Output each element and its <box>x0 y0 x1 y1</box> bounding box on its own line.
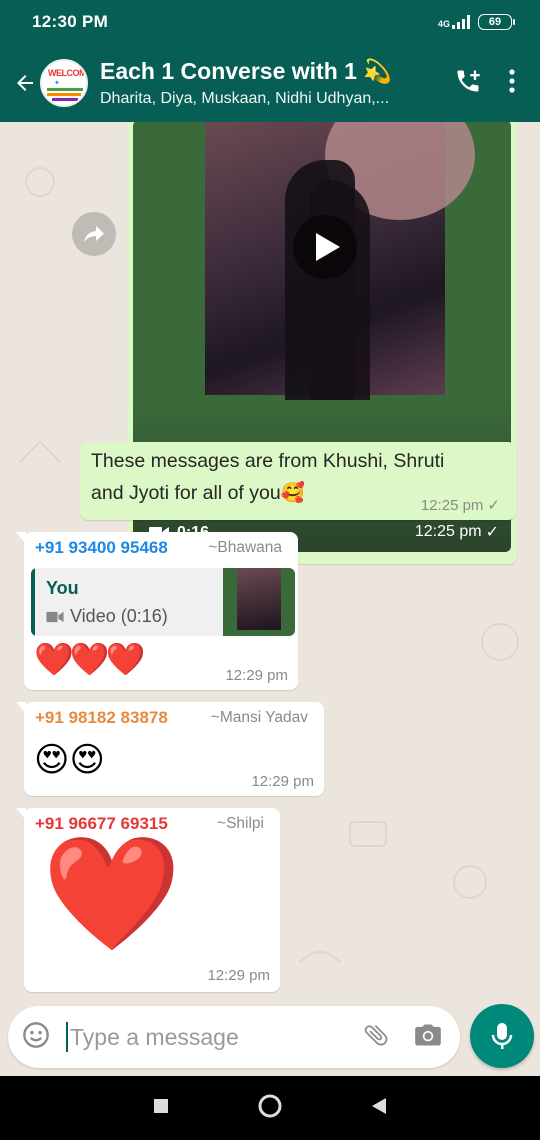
nav-triangle-icon[interactable] <box>371 1097 387 1120</box>
chat-title-area[interactable]: Each 1 Converse with 1 💫 Dharita, Diya, … <box>100 57 454 110</box>
quoted-reply[interactable]: You Video (0:16) <box>31 568 295 636</box>
back-arrow-icon[interactable] <box>6 44 44 122</box>
message-time: 12:25 pm <box>420 496 484 514</box>
message-input[interactable]: Type a message <box>70 1024 362 1051</box>
incoming-message[interactable]: +91 98182 83878 ~Mansi Yadav 😍😍 12:29 pm <box>16 702 324 796</box>
sender-phone[interactable]: +91 93400 95468 <box>35 538 168 558</box>
group-avatar[interactable]: WELCOME ✦ <box>40 59 88 107</box>
sent-tick-icon: ✓ <box>485 524 499 541</box>
hearts-emoji: ❤️❤️❤️ <box>34 640 146 678</box>
network-indicator: 4G <box>438 15 470 29</box>
sender-pushname: ~Shilpi <box>217 815 264 832</box>
avatar-text: WELCOME <box>48 68 88 78</box>
chat-title: Each 1 Converse with 1 💫 <box>100 57 392 85</box>
incoming-message[interactable]: +91 96677 69315 ~Shilpi ❤️ 12:29 pm <box>16 808 280 992</box>
reply-summary: Video (0:16) <box>46 606 168 627</box>
chat-area[interactable]: 0:16 12:25 pm ✓ These messages are from … <box>0 122 540 1000</box>
play-icon[interactable] <box>293 215 357 279</box>
sender-pushname: ~Mansi Yadav <box>210 709 308 726</box>
message-meta: 12:25 pm ✓ <box>420 496 500 515</box>
camera-icon[interactable] <box>414 1022 442 1053</box>
status-bar: 12:30 PM 4G 69 <box>0 0 540 44</box>
video-time: 12:25 pm <box>414 523 482 540</box>
video-camera-icon <box>46 611 64 622</box>
outgoing-text-message[interactable]: These messages are from Khushi, Shruti a… <box>80 442 516 520</box>
mic-icon[interactable] <box>470 1004 534 1068</box>
add-call-icon[interactable] <box>454 67 482 100</box>
forward-icon[interactable] <box>72 212 116 256</box>
heart-eyes-emoji: 😍😍 <box>34 740 105 780</box>
chat-participants: Dharita, Diya, Muskaan, Nidhi Udhyan,... <box>100 89 390 107</box>
status-icons: 4G 69 <box>438 14 515 30</box>
status-time: 12:30 PM <box>32 12 109 31</box>
attach-icon[interactable] <box>362 1021 390 1054</box>
message-time: 12:29 pm <box>251 773 314 790</box>
network-type: 4G <box>437 19 450 29</box>
text-caret <box>66 1022 68 1052</box>
nav-circle-icon[interactable] <box>257 1093 283 1124</box>
battery-level: 69 <box>488 16 502 28</box>
chat-header: WELCOME ✦ Each 1 Converse with 1 💫 Dhari… <box>0 44 540 122</box>
sender-phone[interactable]: +91 98182 83878 <box>35 708 168 728</box>
signal-icon <box>452 15 470 29</box>
big-heart-emoji: ❤️ <box>42 829 182 959</box>
sender-pushname: ~Bhawana <box>208 539 282 556</box>
incoming-message[interactable]: +91 93400 95468 ~Bhawana You Video (0:16… <box>16 532 298 690</box>
message-time: 12:29 pm <box>207 967 270 984</box>
reply-thumbnail <box>223 568 295 636</box>
video-timestamp: 12:25 pm ✓ <box>415 522 499 542</box>
reply-author: You <box>46 578 79 598</box>
sent-tick-icon: ✓ <box>487 497 500 514</box>
title-emoji: 💫 <box>363 58 392 85</box>
message-time: 12:29 pm <box>225 667 288 684</box>
smiling-hearts-emoji: 🥰 <box>280 481 305 504</box>
battery-icon: 69 <box>478 14 515 30</box>
smiley-icon[interactable] <box>22 1021 50 1054</box>
message-composer[interactable]: Type a message <box>8 1006 460 1068</box>
more-vert-icon[interactable] <box>508 68 516 99</box>
nav-square-icon[interactable] <box>153 1098 169 1119</box>
system-nav-bar <box>0 1076 540 1140</box>
